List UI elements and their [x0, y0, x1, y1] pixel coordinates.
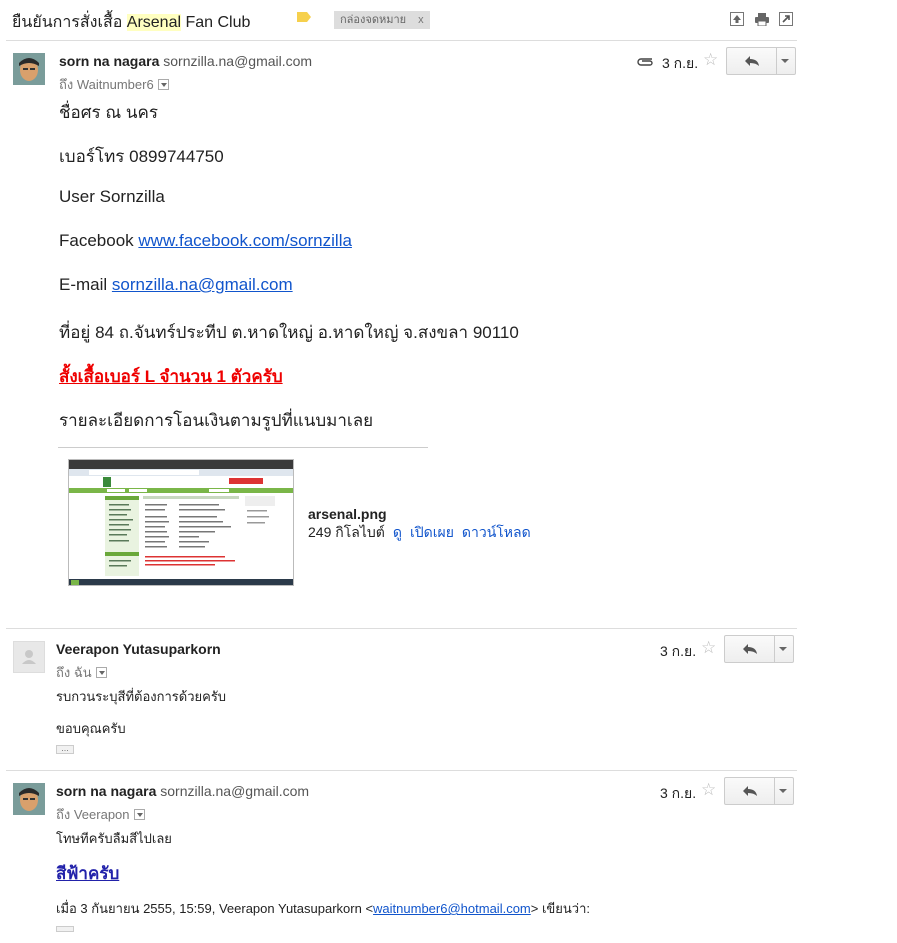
more-actions-button[interactable]	[775, 48, 795, 74]
body-user-line: User Sornzilla	[59, 187, 165, 206]
facebook-label: Facebook	[59, 231, 139, 250]
message-3-date: 3 ก.ย.	[660, 785, 697, 801]
details-dropdown-icon[interactable]	[157, 79, 169, 91]
reply-button[interactable]	[725, 636, 775, 662]
star-icon[interactable]: ☆	[701, 639, 716, 656]
label-chip-text: กล่องจดหมาย	[340, 14, 407, 26]
message-1-date: 3 ก.ย.	[662, 55, 699, 71]
more-actions-button[interactable]	[773, 636, 793, 662]
message-3-reply-group	[724, 777, 794, 805]
recipient-name: Waitnumber6	[76, 77, 154, 92]
body-email-line: E-mail sornzilla.na@gmail.com	[59, 275, 293, 295]
message-divider	[6, 770, 797, 771]
attachment-share-link[interactable]: เปิดเผย	[410, 524, 454, 540]
message-3-recipients: ถึง Veerapon	[56, 804, 145, 825]
sender-name: sorn na nagara	[56, 783, 157, 799]
sender-name: sorn na nagara	[59, 53, 160, 69]
body-name-line: ชื่อศร ณ นคร	[59, 103, 159, 122]
message-divider	[6, 628, 797, 629]
details-dropdown-icon[interactable]	[95, 667, 107, 679]
reply-icon	[742, 786, 757, 796]
body-facebook-line: Facebook www.facebook.com/sornzilla	[59, 231, 352, 251]
attachment-thumbnail[interactable]	[68, 459, 294, 586]
sender-avatar[interactable]	[13, 53, 45, 85]
body-address-line: ที่อยู่ 84 ถ.จันทร์ประทีป ต.หาดใหญ่ อ.หา…	[59, 323, 519, 342]
to-prefix: ถึง	[56, 665, 71, 680]
reply-icon	[744, 56, 759, 66]
print-icon[interactable]	[755, 12, 769, 27]
attachment-size: 249 กิโลไบต์	[308, 524, 385, 540]
message-1-reply-group	[726, 47, 796, 75]
header-divider	[6, 40, 797, 41]
message-2-sender[interactable]: Veerapon Yutasuparkorn	[56, 641, 221, 657]
attachment-meta: 249 กิโลไบต์ ดู เปิดเผย ดาวน์โหลด	[308, 522, 531, 544]
star-icon[interactable]: ☆	[701, 781, 716, 798]
sender-avatar[interactable]	[13, 783, 45, 815]
quote-suffix: > เขียนว่า:	[530, 901, 590, 916]
show-trimmed-content-button[interactable]: ...	[56, 744, 74, 754]
reply-icon	[742, 644, 757, 654]
quote-prefix: เมื่อ 3 กันยายน 2555, 15:59, Veerapon Yu…	[56, 901, 374, 916]
star-icon[interactable]: ☆	[703, 51, 718, 68]
message-2-date: 3 ก.ย.	[660, 643, 697, 659]
message-2-body-line-1: รบกวนระบุสีที่ต้องการด้วยครับ	[56, 689, 227, 704]
reply-button[interactable]	[725, 778, 775, 804]
body-order-line: สั้งเสื้อเบอร์ L จำนวน 1 ตัวครับ	[59, 367, 283, 386]
attachment-view-link[interactable]: ดู	[393, 524, 402, 540]
message-2-body-line-2: ขอบคุณครับ	[56, 721, 126, 736]
email-link[interactable]: sornzilla.na@gmail.com	[112, 275, 293, 294]
subject-prefix: ยืนยันการสั่งเสื้อ	[12, 14, 127, 31]
message-2-reply-group	[724, 635, 794, 663]
sender-name: Veerapon Yutasuparkorn	[56, 641, 221, 657]
subject-highlight: Arsenal	[126, 14, 182, 31]
attachment-divider	[58, 447, 428, 448]
chevron-down-icon	[779, 647, 787, 651]
email-label: E-mail	[59, 275, 112, 294]
show-trimmed-content-button[interactable]	[56, 926, 74, 932]
chevron-down-icon	[779, 789, 787, 793]
quote-email-link[interactable]: waitnumber6@hotmail.com	[373, 901, 531, 916]
message-3-body-line-1: โทษทีครับลืมสีไปเลย	[56, 831, 172, 846]
important-marker-icon[interactable]	[297, 12, 311, 22]
body-phone-line: เบอร์โทร 0899744750	[59, 147, 224, 166]
to-prefix: ถึง	[59, 77, 74, 92]
recipient-name: Veerapon	[73, 807, 130, 822]
sender-email: sornzilla.na@gmail.com	[163, 53, 313, 69]
subject-suffix: Fan Club	[181, 14, 251, 31]
body-transfer-line: รายละเอียดการโอนเงินตามรูปที่แนบมาเลย	[59, 411, 374, 430]
chevron-down-icon	[781, 59, 789, 63]
message-3-color-line: สีฟ้าครับ	[56, 864, 120, 883]
reply-button[interactable]	[727, 48, 777, 74]
thread-subject: ยืนยันการสั่งเสื้อ Arsenal Fan Club	[12, 10, 250, 35]
message-1-sender[interactable]: sorn na nagara sornzilla.na@gmail.com	[59, 53, 312, 69]
sender-avatar-placeholder[interactable]	[13, 641, 45, 673]
facebook-link[interactable]: www.facebook.com/sornzilla	[138, 231, 352, 250]
new-window-icon[interactable]	[779, 12, 793, 26]
to-prefix: ถึง	[56, 807, 71, 822]
attachment-filename: arsenal.png	[308, 506, 387, 522]
details-dropdown-icon[interactable]	[133, 809, 145, 821]
paperclip-icon	[637, 58, 653, 66]
attachment-download-link[interactable]: ดาวน์โหลด	[462, 524, 531, 540]
label-chip-inbox[interactable]: กล่องจดหมาย x	[334, 11, 430, 29]
message-3-sender[interactable]: sorn na nagara sornzilla.na@gmail.com	[56, 783, 309, 799]
more-actions-button[interactable]	[773, 778, 793, 804]
label-remove-icon[interactable]: x	[418, 14, 424, 26]
message-2-recipients: ถึง ฉัน	[56, 662, 107, 683]
expand-all-icon[interactable]	[730, 12, 744, 26]
sender-email: sornzilla.na@gmail.com	[160, 783, 310, 799]
message-1-recipients: ถึง Waitnumber6	[59, 74, 169, 95]
recipient-name: ฉัน	[73, 665, 92, 680]
message-3-quote-header: เมื่อ 3 กันยายน 2555, 15:59, Veerapon Yu…	[56, 898, 590, 919]
